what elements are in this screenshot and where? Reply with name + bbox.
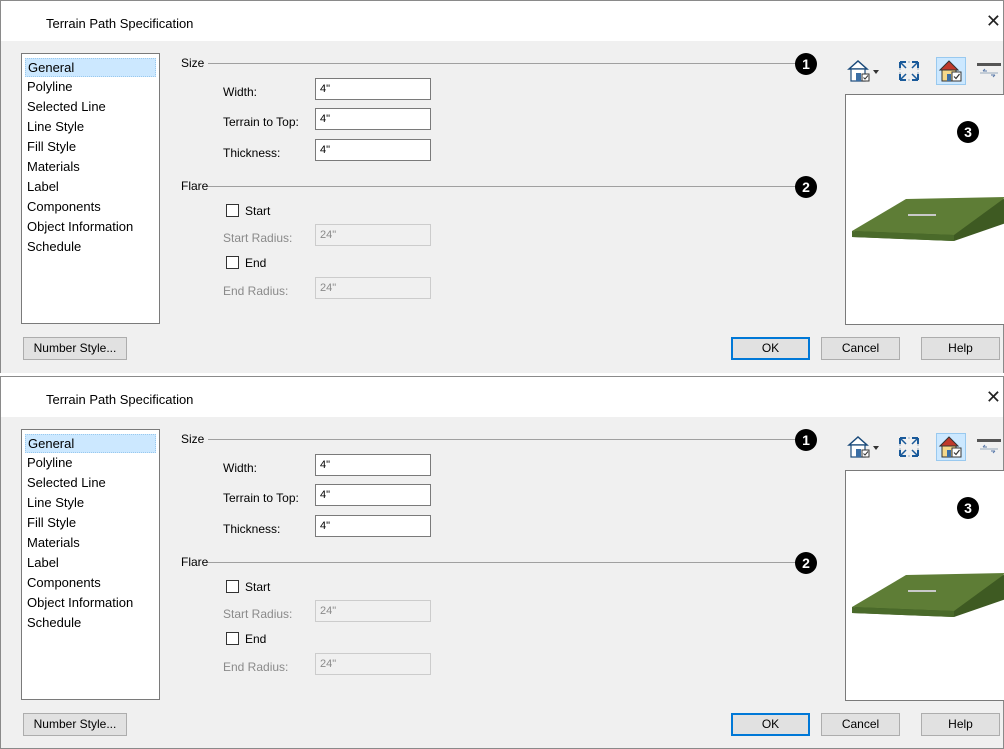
title-bar: Terrain Path Specification ✕ [1,377,1003,417]
dialog-title: Terrain Path Specification [46,392,194,407]
thickness-field[interactable]: 4" [315,515,431,537]
terrain-path-preview-model [852,197,1004,241]
flare-divider [208,562,796,563]
sidebar-item-line-style[interactable]: Line Style [25,493,158,512]
start-checkbox-label[interactable]: Start [245,580,270,594]
terrain-path-preview-model [852,573,1004,617]
number-style-button[interactable]: Number Style... [23,337,127,360]
end-checkbox[interactable] [226,632,239,645]
sidebar-item-polyline[interactable]: Polyline [25,453,158,472]
size-divider [208,439,796,440]
end-checkbox-label[interactable]: End [245,632,266,646]
dialog-title: Terrain Path Specification [46,16,194,31]
sidebar-item-selected-line[interactable]: Selected Line [25,473,158,492]
sidebar-item-fill-style[interactable]: Fill Style [25,137,158,156]
end-checkbox[interactable] [226,256,239,269]
callout-badge-1: 1 [795,53,817,75]
sidebar-item-selected-line[interactable]: Selected Line [25,97,158,116]
start-checkbox-label[interactable]: Start [245,204,270,218]
fill-window-icon[interactable] [897,59,921,83]
size-section-label: Size [181,432,205,446]
sidebar-item-polyline[interactable]: Polyline [25,77,158,96]
3d-preview-pane[interactable]: 3 [845,94,1004,325]
number-style-button[interactable]: Number Style... [23,713,127,736]
flare-divider [208,186,796,187]
sidebar-item-general[interactable]: General [25,434,156,453]
view-options-icon[interactable] [846,433,882,461]
cancel-button[interactable]: Cancel [821,337,900,360]
flare-section-label: Flare [181,555,209,569]
cancel-button[interactable]: Cancel [821,713,900,736]
color-toggle-icon[interactable] [936,433,966,461]
fill-window-icon[interactable] [897,435,921,459]
material-legend-icon[interactable] [975,59,1003,83]
sidebar-item-label[interactable]: Label [25,553,158,572]
terrain-to-top-field[interactable]: 4" [315,484,431,506]
sidebar-item-line-style[interactable]: Line Style [25,117,158,136]
flare-section-label: Flare [181,179,209,193]
end-radius-label: End Radius: [223,660,289,674]
ok-button[interactable]: OK [731,337,810,360]
callout-badge-1: 1 [795,429,817,451]
sidebar-item-components[interactable]: Components [25,197,158,216]
start-checkbox[interactable] [226,204,239,217]
terrain-to-top-field[interactable]: 4" [315,108,431,130]
material-legend-icon[interactable] [975,435,1003,459]
thickness-field[interactable]: 4" [315,139,431,161]
terrain-to-top-label: Terrain to Top: [223,115,299,129]
category-list[interactable]: General Polyline Selected Line Line Styl… [21,429,160,700]
category-list[interactable]: General Polyline Selected Line Line Styl… [21,53,160,324]
sidebar-item-general[interactable]: General [25,58,156,77]
start-checkbox[interactable] [226,580,239,593]
width-label: Width: [223,461,258,475]
sidebar-item-label[interactable]: Label [25,177,158,196]
sidebar-item-components[interactable]: Components [25,573,158,592]
terrain-to-top-label: Terrain to Top: [223,491,299,505]
width-field[interactable]: 4" [315,454,431,476]
end-radius-field: 24" [315,653,431,675]
close-icon[interactable]: ✕ [986,12,1001,30]
width-label: Width: [223,85,258,99]
sidebar-item-schedule[interactable]: Schedule [25,237,158,256]
callout-badge-3: 3 [957,121,979,143]
start-radius-label: Start Radius: [223,231,293,245]
terrain-path-dialog: Terrain Path Specification ✕ General Pol… [0,0,1004,373]
view-options-icon[interactable] [846,57,882,85]
start-radius-field: 24" [315,224,431,246]
sidebar-item-materials[interactable]: Materials [25,157,158,176]
ok-button[interactable]: OK [731,713,810,736]
end-radius-label: End Radius: [223,284,289,298]
help-button[interactable]: Help [921,713,1000,736]
start-radius-field: 24" [315,600,431,622]
callout-badge-2: 2 [795,552,817,574]
thickness-label: Thickness: [223,146,281,160]
thickness-label: Thickness: [223,522,281,536]
width-field[interactable]: 4" [315,78,431,100]
callout-badge-2: 2 [795,176,817,198]
help-button[interactable]: Help [921,337,1000,360]
end-radius-field: 24" [315,277,431,299]
title-bar: Terrain Path Specification ✕ [1,1,1003,41]
sidebar-item-materials[interactable]: Materials [25,533,158,552]
color-toggle-icon[interactable] [936,57,966,85]
sidebar-item-object-information[interactable]: Object Information [25,217,158,236]
start-radius-label: Start Radius: [223,607,293,621]
3d-preview-pane[interactable]: 3 [845,470,1004,701]
size-divider [208,63,796,64]
close-icon[interactable]: ✕ [986,388,1001,406]
end-checkbox-label[interactable]: End [245,256,266,270]
sidebar-item-object-information[interactable]: Object Information [25,593,158,612]
sidebar-item-schedule[interactable]: Schedule [25,613,158,632]
terrain-path-dialog: Terrain Path Specification ✕ General Pol… [0,376,1004,749]
size-section-label: Size [181,56,205,70]
sidebar-item-fill-style[interactable]: Fill Style [25,513,158,532]
callout-badge-3: 3 [957,497,979,519]
